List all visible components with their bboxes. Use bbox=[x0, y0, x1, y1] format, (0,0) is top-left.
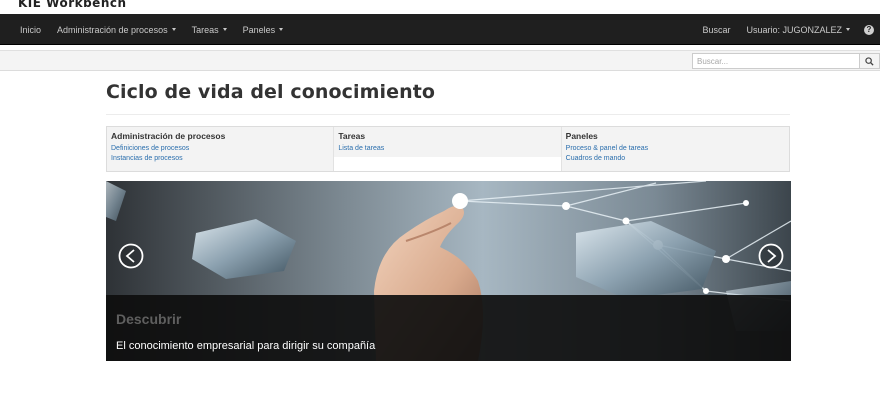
menu-heading: Administración de procesos bbox=[111, 131, 226, 141]
nav-menu: Inicio Administración de procesos Tareas… bbox=[12, 14, 291, 45]
nav-item-label: Tareas bbox=[191, 24, 219, 35]
nav-item-label: Inicio bbox=[20, 24, 42, 35]
help-icon[interactable]: ? bbox=[864, 24, 874, 35]
caret-down-icon bbox=[222, 28, 227, 31]
carousel-title: Descubrir bbox=[116, 311, 182, 327]
user-label: Usuario: JUGONZALEZ bbox=[746, 24, 842, 35]
menu-col-administracion: Administración de procesos Definiciones … bbox=[107, 127, 335, 171]
search-bar bbox=[0, 50, 880, 71]
search-button[interactable] bbox=[860, 53, 880, 69]
nav-search-label: Buscar bbox=[702, 24, 731, 35]
nav-item-paneles[interactable]: Paneles bbox=[235, 25, 292, 35]
caret-down-icon bbox=[171, 28, 176, 31]
link-proceso-panel-tareas[interactable]: Proceso & panel de tareas bbox=[566, 144, 785, 154]
menu-panel: Administración de procesos Definiciones … bbox=[106, 126, 790, 172]
menu-heading: Tareas bbox=[338, 131, 366, 141]
page-title: Ciclo de vida del conocimiento bbox=[106, 81, 436, 103]
search-input[interactable] bbox=[692, 53, 860, 69]
caret-down-icon bbox=[846, 28, 850, 31]
caret-down-icon bbox=[279, 28, 284, 31]
nav-right: Buscar Usuario: JUGONZALEZ ? bbox=[694, 14, 874, 45]
title-divider bbox=[106, 114, 790, 115]
carousel-next-icon[interactable] bbox=[758, 243, 784, 269]
link-definiciones-procesos[interactable]: Definiciones de procesos bbox=[111, 144, 329, 154]
carousel: Descubrir El conocimiento empresarial pa… bbox=[106, 181, 791, 361]
carousel-prev-icon[interactable] bbox=[118, 243, 144, 269]
link-cuadros-mando[interactable]: Cuadros de mando bbox=[566, 154, 785, 164]
brand-logo[interactable]: KIE Workbench bbox=[18, 0, 127, 10]
nav-item-tareas[interactable]: Tareas bbox=[184, 25, 235, 35]
carousel-caption: El conocimiento empresarial para dirigir… bbox=[116, 340, 376, 352]
link-lista-tareas[interactable]: Lista de tareas bbox=[338, 144, 556, 154]
brand-strip: KIE Workbench bbox=[0, 0, 880, 14]
nav-item-administracion[interactable]: Administración de procesos bbox=[49, 25, 184, 35]
nav-item-label: Administración de procesos bbox=[57, 24, 168, 35]
link-instancias-procesos[interactable]: Instancias de procesos bbox=[111, 154, 329, 164]
nav-search-link[interactable]: Buscar bbox=[694, 25, 738, 35]
search-icon bbox=[865, 56, 874, 66]
top-navbar: Inicio Administración de procesos Tareas… bbox=[0, 14, 880, 45]
menu-col-paneles: Paneles Proceso & panel de tareas Cuadro… bbox=[562, 127, 789, 171]
user-menu[interactable]: Usuario: JUGONZALEZ bbox=[738, 25, 858, 35]
nav-item-inicio[interactable]: Inicio bbox=[12, 25, 49, 35]
nav-item-label: Paneles bbox=[242, 24, 276, 35]
menu-col-tareas: Tareas Lista de tareas bbox=[334, 127, 562, 171]
menu-heading: Paneles bbox=[565, 131, 598, 141]
